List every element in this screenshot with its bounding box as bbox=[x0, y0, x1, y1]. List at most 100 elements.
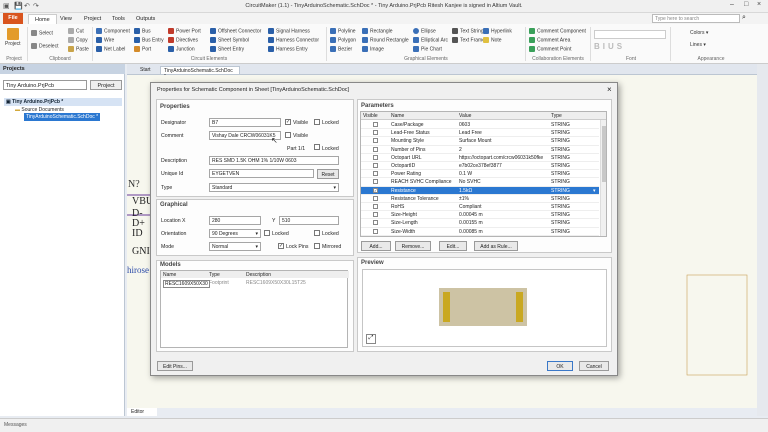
colors-dropdown[interactable]: Colors ▾ bbox=[690, 30, 708, 36]
designator-locked-checkbox[interactable] bbox=[314, 119, 320, 125]
component-button[interactable]: Component bbox=[96, 28, 130, 34]
harness-entry-button[interactable]: Harness Entry bbox=[268, 46, 308, 52]
preview-zoom-icon[interactable]: ⤢ bbox=[366, 334, 376, 344]
reset-button[interactable]: Reset bbox=[317, 169, 339, 179]
tab-tools[interactable]: Tools bbox=[106, 14, 131, 24]
visible-checkbox[interactable] bbox=[373, 179, 378, 185]
harness-connector-button[interactable]: Harness Connector bbox=[268, 37, 319, 43]
location-locked-checkbox[interactable] bbox=[314, 230, 320, 236]
description-field[interactable]: RES SMD 1.5K OHM 1% 1/10W 0603 bbox=[209, 156, 339, 165]
table-row[interactable]: Resistance Tolerance ±1% STRING bbox=[361, 195, 599, 203]
visible-checkbox[interactable] bbox=[373, 195, 378, 201]
wire-button[interactable]: Wire bbox=[96, 37, 114, 43]
location-x-field[interactable]: 280 bbox=[209, 216, 261, 225]
pie-chart-button[interactable]: Pie Chart bbox=[413, 46, 442, 52]
unique-id-field[interactable]: EYGETVEN bbox=[209, 169, 314, 178]
table-row[interactable]: REACH SVHC Compliance No SVHC STRING bbox=[361, 178, 599, 187]
add-as-rule-button[interactable]: Add as Rule... bbox=[474, 241, 518, 251]
minimize-icon[interactable]: – bbox=[730, 1, 734, 8]
power-port-button[interactable]: Power Port bbox=[168, 28, 201, 34]
rectangle-button[interactable]: Rectangle bbox=[362, 28, 393, 34]
search-input[interactable]: Type here to search bbox=[652, 14, 740, 23]
parameters-scrollbar[interactable] bbox=[600, 120, 606, 236]
junction-button[interactable]: Junction bbox=[168, 46, 195, 52]
part-locked-checkbox[interactable] bbox=[314, 144, 320, 150]
dialog-close-icon[interactable]: × bbox=[607, 85, 612, 94]
tab-project[interactable]: Project bbox=[78, 14, 107, 24]
ellipse-button[interactable]: Ellipse bbox=[413, 28, 436, 34]
cancel-button[interactable]: Cancel bbox=[579, 361, 609, 371]
tree-project-root[interactable]: ▣ Tiny Arduino.PrjPcb * bbox=[4, 98, 122, 106]
right-panel-strip[interactable] bbox=[757, 64, 768, 416]
table-row[interactable]: Number of Pins 2 STRING bbox=[361, 146, 599, 154]
visible-checkbox[interactable]: ✓ bbox=[373, 187, 378, 193]
table-row[interactable]: RESC1609X50X30 Footprint RESC1609X50X30L… bbox=[161, 279, 349, 288]
tab-view[interactable]: View bbox=[54, 14, 78, 24]
font-name-select[interactable] bbox=[594, 30, 666, 39]
designator-field[interactable]: B7 bbox=[209, 118, 281, 127]
comment-point-button[interactable]: Comment Point bbox=[529, 46, 571, 52]
table-row[interactable]: Lead-Free Status Lead Free STRING bbox=[361, 129, 599, 138]
bus-button[interactable]: Bus bbox=[134, 28, 151, 34]
signal-harness-button[interactable]: Signal Harness bbox=[268, 28, 310, 34]
ok-button[interactable]: OK bbox=[547, 361, 573, 371]
table-row[interactable]: OctopartID e7b02ce378ef3877 STRING bbox=[361, 162, 599, 171]
copy-button[interactable]: Copy bbox=[68, 37, 88, 43]
location-y-field[interactable]: 510 bbox=[279, 216, 339, 225]
table-row[interactable]: Mounting Style Surface Mount STRING bbox=[361, 137, 599, 146]
comment-visible-checkbox[interactable] bbox=[285, 132, 291, 138]
tab-home[interactable]: Home bbox=[28, 14, 57, 24]
mode-select[interactable]: Normal ▾ bbox=[209, 242, 261, 251]
search-icon[interactable]: ⌕ bbox=[742, 14, 746, 22]
comment-area-button[interactable]: Comment Area bbox=[529, 37, 570, 43]
hyperlink-button[interactable]: Hyperlink bbox=[483, 28, 512, 34]
font-style-buttons[interactable]: BIUS bbox=[594, 42, 625, 51]
polyline-button[interactable]: Polyline bbox=[330, 28, 356, 34]
sheet-symbol-button[interactable]: Sheet Symbol bbox=[210, 37, 249, 43]
edit-parameter-button[interactable]: Edit... bbox=[439, 241, 467, 251]
round-rectangle-button[interactable]: Round Rectangle bbox=[362, 37, 409, 43]
visible-checkbox[interactable] bbox=[373, 154, 378, 160]
bezier-button[interactable]: Bezier bbox=[330, 46, 352, 52]
tab-schematic-doc[interactable]: TinyArduinoSchematic.SchDoc * bbox=[160, 66, 240, 80]
visible-checkbox[interactable] bbox=[373, 163, 378, 168]
tab-outputs[interactable]: Outputs bbox=[130, 14, 161, 24]
tree-schematic-doc[interactable]: TinyArduinoSchematic.SchDoc * bbox=[24, 113, 101, 121]
visible-checkbox[interactable] bbox=[373, 146, 378, 152]
port-button[interactable]: Port bbox=[134, 46, 151, 52]
visible-checkbox[interactable] bbox=[373, 228, 378, 234]
edit-pins-button[interactable]: Edit Pins... bbox=[157, 361, 193, 371]
file-menu-button[interactable]: File bbox=[3, 13, 23, 24]
visible-checkbox[interactable] bbox=[373, 130, 378, 136]
type-select[interactable]: Standard ▾ bbox=[209, 183, 339, 192]
project-search-input[interactable]: Tiny Arduino.PrjPcb bbox=[3, 80, 87, 90]
lines-dropdown[interactable]: Lines ▾ bbox=[690, 42, 706, 48]
project-ribbon-button[interactable]: Project bbox=[5, 28, 21, 47]
polygon-button[interactable]: Polygon bbox=[330, 37, 356, 43]
status-bar[interactable]: Messages bbox=[0, 418, 768, 432]
visible-checkbox[interactable] bbox=[373, 212, 378, 218]
sheet-entry-button[interactable]: Sheet Entry bbox=[210, 46, 244, 52]
table-row[interactable]: Size-Width 0.00085 m STRING bbox=[361, 228, 599, 236]
designator-visible-checkbox[interactable]: ✓ bbox=[285, 119, 291, 125]
table-row[interactable]: Octopart URL https://octopart.com/crcw060… bbox=[361, 154, 599, 162]
lock-pins-checkbox[interactable]: ✓ bbox=[278, 243, 284, 249]
text-frame-button[interactable]: Text Frame bbox=[452, 37, 485, 43]
visible-checkbox[interactable] bbox=[373, 138, 378, 144]
cut-button[interactable]: Cut bbox=[68, 28, 84, 34]
table-row[interactable]: Size-Length 0.00155 m STRING bbox=[361, 219, 599, 228]
note-button[interactable]: Note bbox=[483, 37, 502, 43]
table-row[interactable]: RoHS Compliant STRING bbox=[361, 203, 599, 212]
net-label-button[interactable]: Net Label bbox=[96, 46, 125, 52]
bus-entry-button[interactable]: Bus Entry bbox=[134, 37, 164, 43]
comment-component-button[interactable]: Comment Component bbox=[529, 28, 586, 34]
tab-start[interactable]: Start bbox=[138, 66, 156, 75]
maximize-icon[interactable]: □ bbox=[744, 1, 748, 8]
table-row[interactable]: Size-Height 0.00045 m STRING bbox=[361, 211, 599, 220]
offsheet-connector-button[interactable]: Offsheet Connector bbox=[210, 28, 261, 34]
table-row[interactable]: ✓ Resistance 1.5kΩ STRING ▾ bbox=[361, 186, 599, 195]
elliptical-arc-button[interactable]: Elliptical Arc bbox=[413, 37, 448, 43]
add-parameter-button[interactable]: Add... bbox=[361, 241, 391, 251]
project-button[interactable]: Project bbox=[90, 80, 122, 90]
visible-checkbox[interactable] bbox=[373, 204, 378, 209]
